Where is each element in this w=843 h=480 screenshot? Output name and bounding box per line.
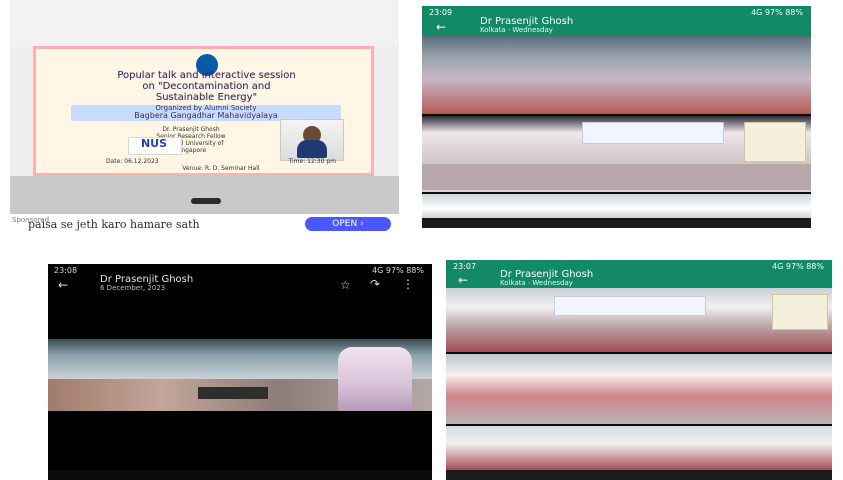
photo-1 (422, 36, 811, 114)
video-back-icon[interactable]: ← (58, 278, 68, 292)
poster-nus: NUS (140, 137, 168, 150)
ad-text: paisa se jeth karo hamare sath (28, 218, 200, 231)
chat-status-right: 4G 97% 88% (751, 8, 803, 17)
video-date: 6 December, 2023 (100, 284, 166, 292)
dot-pager (191, 198, 221, 204)
chat2-photo-3 (446, 426, 832, 470)
video-frame (48, 339, 432, 411)
photo-3 (422, 194, 811, 218)
panel-chat-screenshot-2: 23:07 4G 97% 88% ← Dr Prasenjit Ghosh Ko… (446, 260, 832, 480)
share-icon[interactable]: ↷ (370, 277, 380, 291)
poster-footer-venue: Venue: R. D. Seminar Hall (182, 165, 260, 172)
ad-bar[interactable]: Sponsored paisa se jeth karo hamare sath… (10, 214, 399, 234)
poster: Popular talk and interactive session on … (33, 46, 374, 176)
grey-bottom-band (10, 176, 399, 214)
chat2-android-nav-bar (446, 470, 832, 480)
poster-headline-3: Sustainable Energy" (155, 92, 258, 103)
chat2-photo-1 (446, 288, 832, 352)
more-icon[interactable]: ⋮ (402, 277, 414, 291)
panel-video-screenshot: 23:08 4G 97% 88% ← Dr Prasenjit Ghosh 6 … (48, 264, 432, 480)
poster-speaker-photo (280, 119, 344, 161)
chat-subtitle: Kolkata · Wednesday (480, 26, 553, 34)
android-nav-bar (422, 218, 811, 228)
ad-open-button[interactable]: OPEN › (305, 217, 391, 231)
photo-2 (422, 116, 811, 192)
chat2-photo-2 (446, 354, 832, 424)
chat-back-icon[interactable]: ← (436, 20, 446, 34)
chat-status-time: 23:09 (429, 8, 453, 17)
chat2-back-icon[interactable]: ← (458, 273, 468, 287)
poster-headline-2: on "Decontamination and (142, 81, 271, 92)
video-android-nav-bar (48, 470, 432, 480)
panel-chat-screenshot-1: 23:09 4G 97% 88% ← Dr Prasenjit Ghosh Ko… (422, 6, 811, 228)
chat2-status-time: 23:07 (453, 262, 477, 271)
poster-headline-1: Popular talk and interactive session (117, 70, 296, 81)
panel-poster-screenshot: Popular talk and interactive session on … (10, 0, 399, 234)
video-status-right: 4G 97% 88% (372, 266, 424, 275)
grey-top-band (10, 0, 399, 46)
video-status-time: 23:08 (54, 266, 78, 275)
chat2-status-right: 4G 97% 88% (772, 262, 824, 271)
chat2-subtitle: Kolkata · Wednesday (500, 279, 573, 287)
star-icon[interactable]: ☆ (340, 278, 351, 292)
